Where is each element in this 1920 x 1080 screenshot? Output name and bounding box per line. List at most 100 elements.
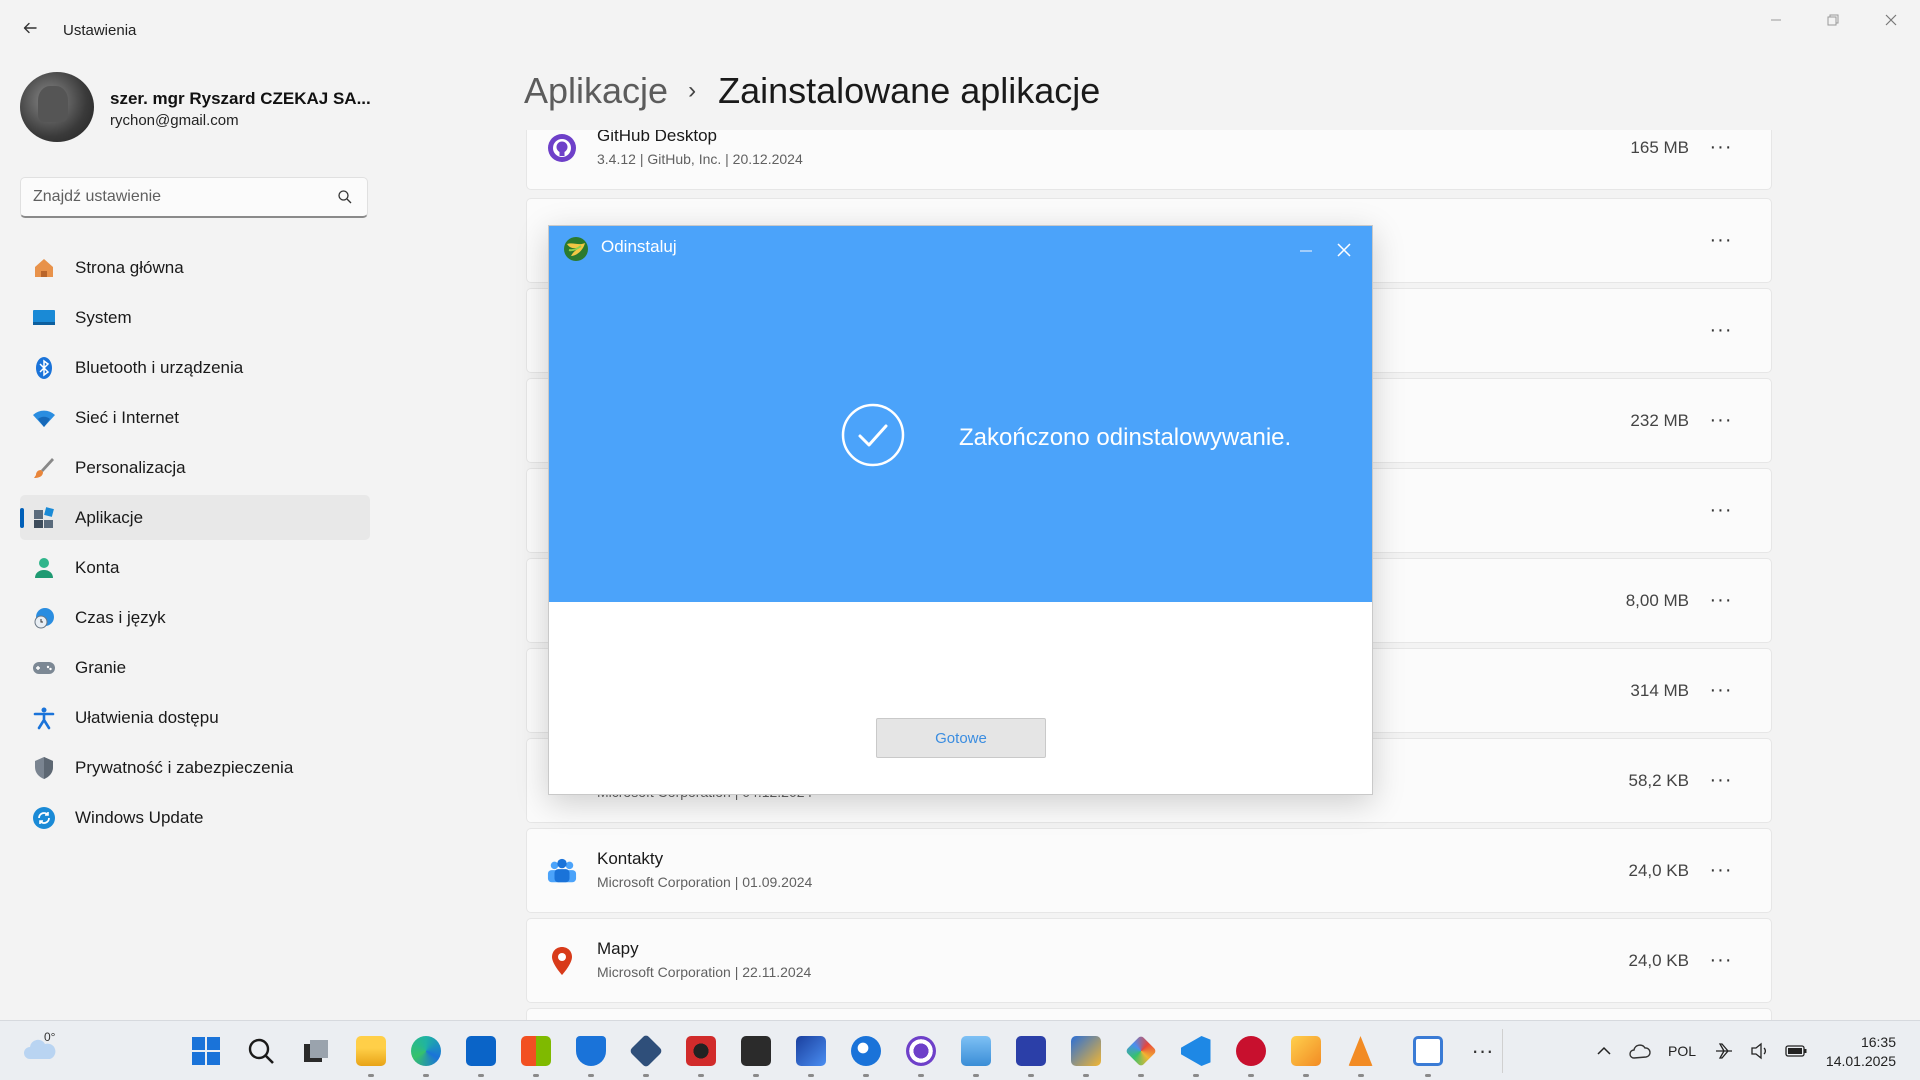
- github-desktop-icon: [905, 1036, 936, 1066]
- accessibility-icon: [32, 706, 56, 730]
- more-options-button[interactable]: ···: [1706, 225, 1736, 255]
- profile-name: szer. mgr Ryszard CZEKAJ SA...: [110, 89, 371, 108]
- running-indicator: [367, 1074, 374, 1077]
- sidebar-item-network[interactable]: Sieć i Internet: [20, 395, 370, 440]
- taskbar-app[interactable]: [1003, 1021, 1058, 1080]
- more-options-button[interactable]: ···: [1706, 132, 1736, 162]
- app-meta: Microsoft Corporation | 01.09.2024: [597, 874, 813, 890]
- sidebar-item-privacy[interactable]: Prywatność i zabezpieczenia: [20, 745, 370, 790]
- show-hidden-icons-button[interactable]: [1586, 1021, 1622, 1080]
- search-input[interactable]: [33, 178, 323, 216]
- sidebar-item-label: Bluetooth i urządzenia: [75, 357, 244, 377]
- restore-button[interactable]: [1810, 8, 1856, 32]
- taskbar-app[interactable]: [1058, 1021, 1113, 1080]
- dialog-header: Odinstaluj Zakończono odinstalowywanie.: [549, 226, 1372, 602]
- clock[interactable]: 16:35 14.01.2025: [1826, 1033, 1896, 1071]
- sidebar-item-bluetooth[interactable]: Bluetooth i urządzenia: [20, 345, 370, 390]
- app-size: 165 MB: [1630, 138, 1689, 157]
- account-icon: [32, 556, 56, 580]
- title-bar: Ustawienia: [0, 0, 1920, 60]
- taskbar-app[interactable]: [1168, 1021, 1223, 1080]
- volume-icon: [1751, 1042, 1766, 1060]
- more-options-button[interactable]: ···: [1706, 765, 1736, 795]
- minimize-button[interactable]: [1753, 8, 1799, 32]
- taskbar-app[interactable]: [728, 1021, 783, 1080]
- sidebar-item-personalization[interactable]: Personalizacja: [20, 445, 370, 490]
- more-options-button[interactable]: ···: [1706, 405, 1736, 435]
- taskbar-app[interactable]: [948, 1021, 1003, 1080]
- taskbar-app[interactable]: [1333, 1021, 1388, 1080]
- taskbar-app[interactable]: [893, 1021, 948, 1080]
- dialog-minimize-button[interactable]: [1292, 236, 1320, 264]
- sidebar-item-accessibility[interactable]: Ułatwienia dostępu: [20, 695, 370, 740]
- taskbar-app[interactable]: [783, 1021, 838, 1080]
- running-indicator: [1192, 1074, 1199, 1077]
- running-indicator: [587, 1074, 594, 1077]
- sidebar-item-windows-update[interactable]: Windows Update: [20, 795, 370, 840]
- more-options-button[interactable]: ···: [1706, 855, 1736, 885]
- task-view-button[interactable]: [288, 1021, 343, 1080]
- start-button[interactable]: [178, 1021, 233, 1080]
- sidebar-item-label: Konta: [75, 557, 120, 577]
- close-icon: [1337, 243, 1351, 257]
- clock-time: 16:35: [1860, 1034, 1896, 1050]
- taskbar-app[interactable]: [1278, 1021, 1333, 1080]
- time-language-icon: [32, 606, 56, 630]
- done-button[interactable]: Gotowe: [876, 718, 1046, 758]
- sidebar-item-accounts[interactable]: Konta: [20, 545, 370, 590]
- airplane-mode-button[interactable]: [1706, 1021, 1742, 1080]
- taskbar-app[interactable]: [563, 1021, 618, 1080]
- battery-button[interactable]: [1778, 1021, 1814, 1080]
- running-indicator: [1137, 1074, 1144, 1077]
- more-options-button[interactable]: ···: [1706, 495, 1736, 525]
- taskbar-app[interactable]: [1113, 1021, 1168, 1080]
- taskbar-app[interactable]: [398, 1021, 453, 1080]
- taskbar-app[interactable]: [508, 1021, 563, 1080]
- github-desktop-icon: [547, 133, 577, 163]
- virtualbox-icon: [628, 1034, 663, 1068]
- uninstaller-logo-icon: [564, 237, 588, 261]
- brush-icon: [32, 456, 56, 480]
- sidebar-item-label: Granie: [75, 657, 127, 677]
- sidebar-item-system[interactable]: System: [20, 295, 370, 340]
- sidebar-item-label: Personalizacja: [75, 457, 186, 477]
- user-profile[interactable]: szer. mgr Ryszard CZEKAJ SA... rychon@gm…: [20, 72, 371, 144]
- back-button[interactable]: [16, 14, 44, 42]
- dialog-close-button[interactable]: [1330, 236, 1358, 264]
- sidebar-item-time-language[interactable]: Czas i język: [20, 595, 370, 640]
- apps-icon: [32, 506, 56, 530]
- more-options-button[interactable]: ···: [1706, 315, 1736, 345]
- weather-widget[interactable]: [22, 1031, 62, 1071]
- search-icon[interactable]: [337, 189, 353, 205]
- taskbar-app[interactable]: [343, 1021, 398, 1080]
- taskbar-app[interactable]: [673, 1021, 728, 1080]
- running-indicator: [862, 1074, 869, 1077]
- running-indicator: [1027, 1074, 1034, 1077]
- taskbar-app[interactable]: [453, 1021, 508, 1080]
- taskbar-app[interactable]: [838, 1021, 893, 1080]
- close-button[interactable]: [1868, 8, 1914, 32]
- sidebar-item-apps[interactable]: Aplikacje: [20, 495, 370, 540]
- sidebar-item-gaming[interactable]: Granie: [20, 645, 370, 690]
- sidebar-item-home[interactable]: Strona główna: [20, 245, 370, 290]
- breadcrumb: Aplikacje › Zainstalowane aplikacje: [524, 70, 1100, 112]
- sidebar-item-label: Ułatwienia dostępu: [75, 707, 219, 727]
- chevron-up-icon: [1597, 1046, 1611, 1055]
- language-indicator[interactable]: POL: [1658, 1021, 1706, 1080]
- taskbar-app[interactable]: [1400, 1021, 1455, 1080]
- taskbar-app[interactable]: [618, 1021, 673, 1080]
- app-name: GitHub Desktop: [597, 130, 717, 145]
- taskbar-app[interactable]: [1223, 1021, 1278, 1080]
- vscode-icon: [1180, 1036, 1211, 1066]
- search-icon: [248, 1038, 274, 1064]
- more-options-button[interactable]: ···: [1706, 945, 1736, 975]
- onedrive-button[interactable]: [1622, 1021, 1658, 1080]
- wifi-icon: [32, 406, 56, 430]
- running-indicator: [642, 1074, 649, 1077]
- more-options-button[interactable]: ···: [1706, 585, 1736, 615]
- app-size: 24,0 KB: [1628, 951, 1690, 970]
- taskbar-search-button[interactable]: [233, 1021, 288, 1080]
- volume-button[interactable]: [1742, 1021, 1778, 1080]
- more-options-button[interactable]: ···: [1706, 675, 1736, 705]
- breadcrumb-parent[interactable]: Aplikacje: [524, 70, 668, 112]
